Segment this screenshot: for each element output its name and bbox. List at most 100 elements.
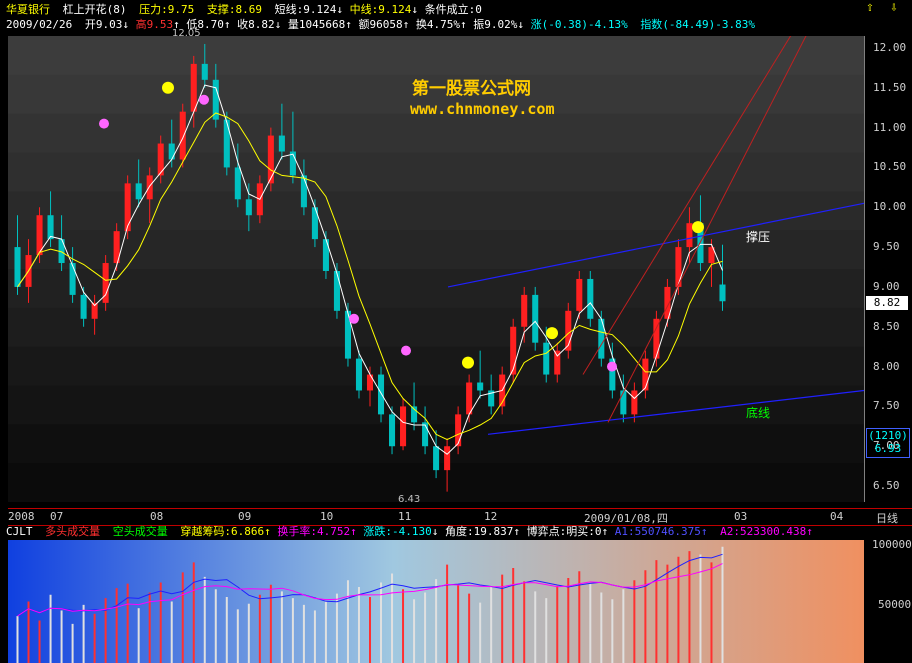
candle-body <box>719 284 726 302</box>
stock-name[interactable]: 华夏银行 <box>6 3 50 16</box>
open-label: 开 <box>84 18 96 31</box>
candle-body <box>642 358 649 391</box>
support-label: 支撑: <box>206 3 236 16</box>
a1-value: A1:550746.375 <box>614 525 701 538</box>
quote-row: 2009/02/26 开9.03↓ 高9.53↑ 低8.70↑ 收8.82↓ 量… <box>6 18 756 31</box>
smiley-icon <box>162 81 174 94</box>
x-tick-label: 09 <box>238 510 252 523</box>
candle-body <box>620 390 627 415</box>
candle-body <box>190 63 197 112</box>
index-label: 指数 <box>640 18 663 31</box>
days-count: (1210) <box>868 429 908 442</box>
candle-body <box>587 278 594 319</box>
formula-name: 杠上开花(8) <box>62 3 127 16</box>
candle-body <box>686 223 693 248</box>
period-unit[interactable]: 日线 <box>876 510 898 526</box>
watermark-url: www.chnmoney.com <box>410 100 555 118</box>
quote-date: 2009/02/26 <box>6 18 73 31</box>
y-tick-label: 7.50 <box>873 399 900 413</box>
candle-body <box>300 175 307 208</box>
index-value: (-84.49)-3.83% <box>662 18 756 31</box>
indicator-name[interactable]: CJLT <box>6 525 33 538</box>
candle-body <box>377 374 385 415</box>
candle-body <box>47 215 54 240</box>
short-label: 短线: <box>274 3 304 16</box>
bull-volume-label: 多头成交量 <box>45 525 101 538</box>
amount-label: 额 <box>358 18 370 31</box>
candle-body <box>322 239 329 271</box>
cond-value: 0 <box>475 3 482 16</box>
diamond-marker-icon <box>199 94 209 105</box>
candle-body <box>576 278 583 311</box>
close-value: 8.82 <box>248 18 275 31</box>
close-label: 收 <box>237 18 249 31</box>
candle-body <box>80 294 87 319</box>
y-tick-label: 8.50 <box>873 319 900 333</box>
bg-band <box>8 113 864 154</box>
x-tick-label: 12 <box>484 510 498 523</box>
low-mark-label: 6.43 <box>398 494 421 505</box>
diamond-marker-icon <box>99 118 109 129</box>
x-tick-label: 07 <box>50 510 64 523</box>
angle-label: 角度: <box>445 525 474 538</box>
y-tick-label: 6.50 <box>873 479 900 493</box>
amount-value: 96058 <box>369 18 403 31</box>
pressure-label: 压力: <box>139 3 168 16</box>
x-tick-label: 08 <box>150 510 164 523</box>
chip-label: 穿越筹码: <box>180 525 231 538</box>
x-tick-label: 10 <box>320 510 334 523</box>
candle-body <box>179 111 186 160</box>
smiley-icon <box>546 327 558 340</box>
bg-band <box>8 346 864 387</box>
candle-body <box>366 374 374 391</box>
candle-body <box>223 119 230 168</box>
candle-body <box>355 358 363 391</box>
high-mark-label: 12.05 <box>172 28 201 39</box>
angle-value: 19.837 <box>473 525 514 538</box>
y-tick-label: 9.50 <box>873 240 900 254</box>
bg-band <box>8 36 864 76</box>
candle-body <box>389 414 396 447</box>
smiley-icon <box>462 356 474 369</box>
candle-body <box>69 263 76 295</box>
mid-label: 中线: <box>349 3 379 16</box>
smiley-icon <box>692 221 704 234</box>
cursor-price: 6.93 <box>874 442 902 455</box>
a2-value: A2:523300.438 <box>720 525 807 538</box>
support-value: 8.69 <box>235 3 263 16</box>
candle-body <box>245 199 252 216</box>
y-tick-label: 8.00 <box>873 359 900 373</box>
cursor-box: (1210) 6.93 <box>866 428 910 458</box>
up-arrow-icon[interactable]: ⇧ <box>866 0 874 15</box>
bg-band <box>8 269 864 309</box>
candle-body <box>543 342 550 375</box>
diamond-marker-icon <box>607 361 617 372</box>
vol-tick-100000: 100000 <box>872 538 912 551</box>
turn-value: 4.75% <box>426 18 460 31</box>
high-value: 9.53 <box>146 18 174 31</box>
y-tick-label: 9.00 <box>873 279 900 293</box>
vol-label: 量 <box>287 18 299 31</box>
x-tick-label: 2008 <box>8 510 35 523</box>
candle-body <box>455 414 462 447</box>
turnover-label: 换手率: <box>277 525 317 538</box>
header-row: 华夏银行 杠上开花(8) 压力:9.75 支撑:8.69 短线:9.124↓ 中… <box>6 3 482 16</box>
volume-chart[interactable] <box>8 540 864 663</box>
bg-band <box>8 230 864 270</box>
x-tick-label: 04 <box>830 510 844 523</box>
mid-value: 9.124 <box>378 3 412 16</box>
turnover-value: 4.752 <box>317 525 351 538</box>
diamond-marker-icon <box>401 345 411 356</box>
change-label: 涨 <box>530 18 542 31</box>
short-value: 9.124 <box>303 3 337 16</box>
low-value: 8.70 <box>197 18 224 31</box>
candle-body <box>278 135 285 152</box>
updown-value: -4.130 <box>392 525 432 538</box>
candle-body <box>521 294 528 327</box>
diamond-marker-icon <box>349 313 359 324</box>
down-arrow-icon[interactable]: ⇩ <box>890 0 898 15</box>
candle-body <box>631 390 638 415</box>
candle-body <box>333 270 340 311</box>
bg-band <box>8 307 864 348</box>
candle-body <box>201 63 208 80</box>
